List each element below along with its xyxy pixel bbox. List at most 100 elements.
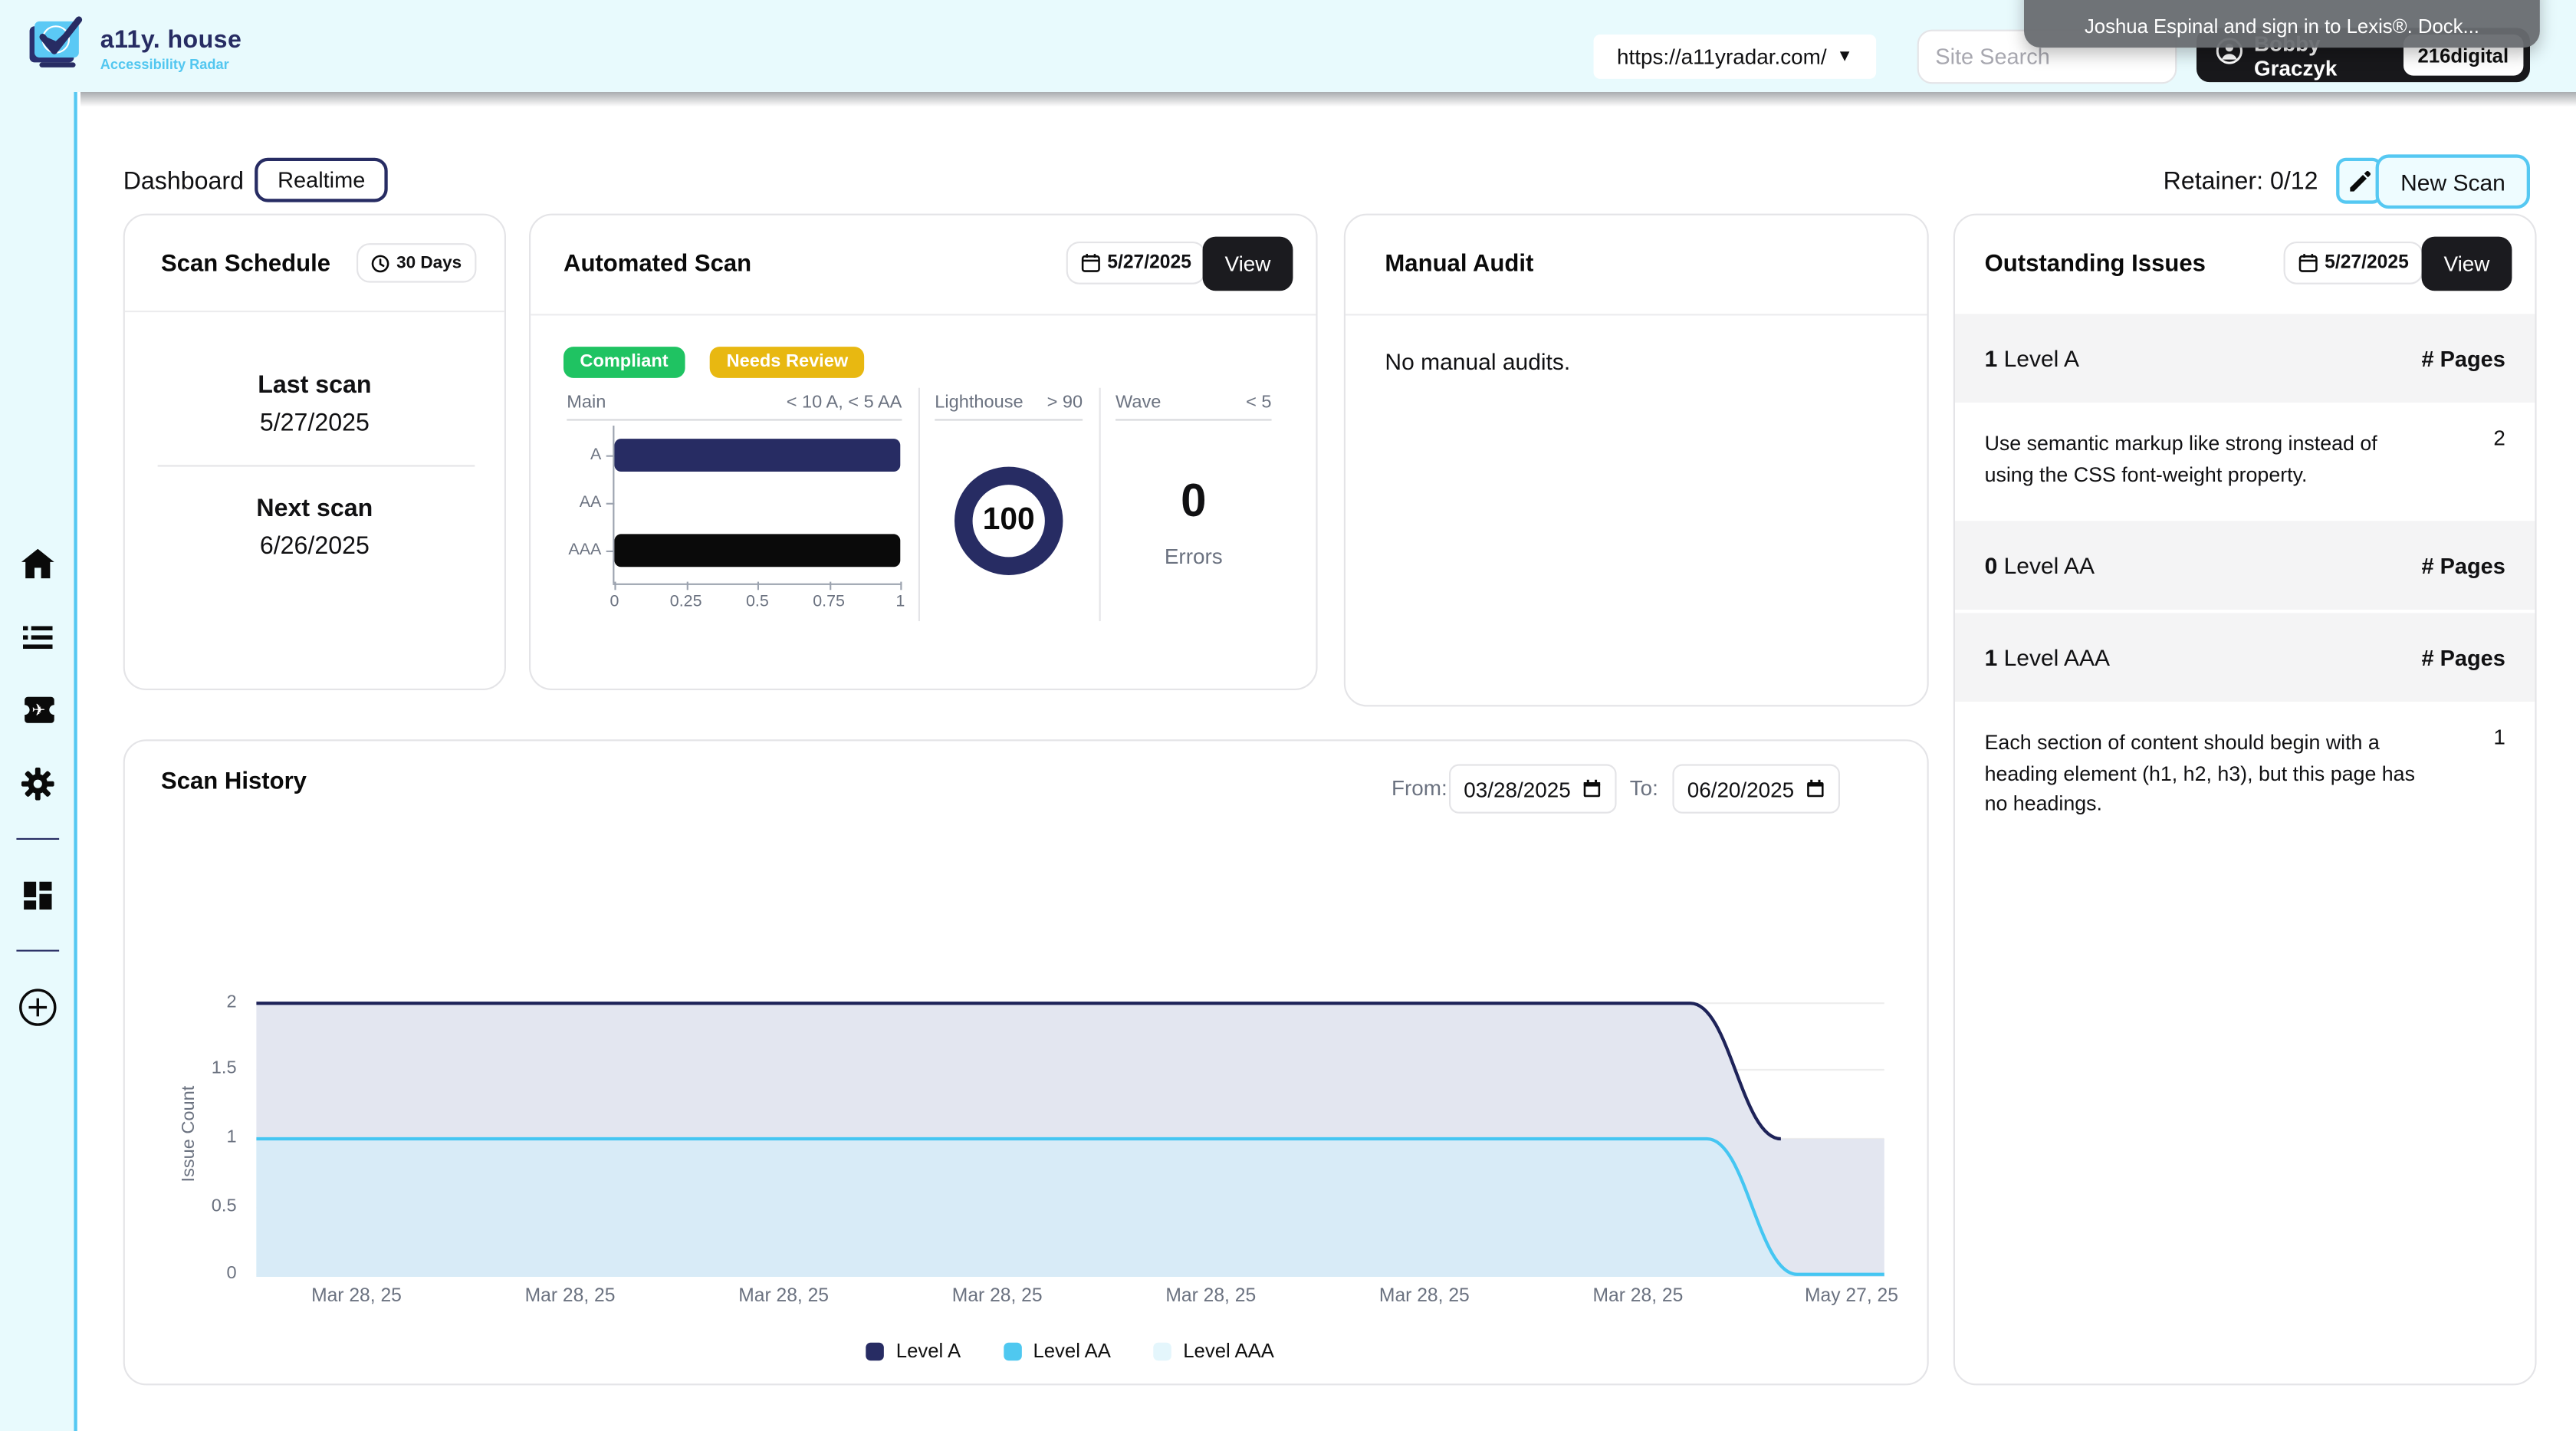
legend-item[interactable]: Level A	[866, 1339, 961, 1362]
outstanding-issues-title: Outstanding Issues	[1985, 252, 2206, 278]
sidebar-divider	[15, 950, 58, 952]
list-icon[interactable]	[22, 626, 52, 649]
pencil-icon	[2348, 170, 2370, 192]
chart-legend: Level A Level AA Level AAA	[256, 1339, 1884, 1362]
manual-audit-title: Manual Audit	[1385, 252, 1533, 278]
calendar-icon	[1582, 779, 1602, 799]
divider	[125, 311, 504, 312]
issue-row[interactable]: Use semantic markup like strong instead …	[1955, 403, 2535, 518]
legend-item[interactable]: Level AA	[1004, 1339, 1111, 1362]
wave-target: < 5	[1116, 393, 1272, 413]
to-date-value: 06/20/2025	[1687, 776, 1794, 801]
level-aa-row[interactable]: 0 Level AA # Pages	[1955, 521, 2535, 610]
home-icon[interactable]	[21, 549, 54, 579]
level-a-summary: 1 Level A	[1985, 345, 2422, 371]
bar-A	[614, 439, 900, 472]
bar-xtick-mark	[614, 582, 616, 590]
issue-page-count: 1	[2493, 702, 2505, 749]
issue-text: Use semantic markup like strong instead …	[1985, 429, 2494, 491]
divider	[918, 388, 920, 621]
outstanding-issues-date: 5/27/2025	[2325, 253, 2409, 273]
scan-history-card: Scan History From: 03/28/2025 To: 06/20/…	[123, 739, 1929, 1385]
to-label: To:	[1630, 775, 1658, 800]
bar-AAA	[614, 534, 900, 567]
bar-xtick-mark	[757, 582, 759, 590]
legend-item[interactable]: Level AAA	[1154, 1339, 1274, 1362]
dashboard-grid-icon[interactable]	[23, 882, 51, 910]
next-scan-date: 6/26/2025	[125, 532, 504, 560]
caret-down-icon: ▼	[1836, 48, 1852, 66]
wave-error-count: 0	[1116, 475, 1272, 528]
wave-error-unit: Errors	[1116, 544, 1272, 568]
svg-text:✈: ✈	[31, 701, 44, 720]
wcag-bar-chart: AAAAAA00.250.50.751	[614, 433, 900, 584]
y-tick-label: 2	[187, 992, 236, 1012]
divider	[531, 314, 1316, 315]
to-date-input[interactable]: 06/20/2025	[1672, 764, 1840, 813]
issue-row[interactable]: Each section of content should begin wit…	[1955, 702, 2535, 847]
scan-history-title: Scan History	[161, 769, 307, 795]
from-date-input[interactable]: 03/28/2025	[1449, 764, 1617, 813]
manual-audit-card: Manual Audit No manual audits.	[1344, 214, 1929, 707]
divider	[567, 419, 902, 420]
page-header-row: Dashboard Realtime Retainer: 0/12 New Sc…	[80, 154, 2576, 209]
logo-text: a11y. house Accessibility Radar	[100, 25, 242, 71]
manual-audit-empty-text: No manual audits.	[1385, 348, 1570, 374]
y-tick-label: 1	[187, 1127, 236, 1147]
level-a-row[interactable]: 1 Level A # Pages	[1955, 314, 2535, 403]
ticket-icon[interactable]: ✈	[19, 697, 55, 723]
issue-page-count: 2	[2493, 403, 2505, 450]
issue-text: Each section of content should begin wit…	[1985, 728, 2494, 821]
bar-xtick-label: 0	[586, 594, 642, 612]
divider	[1099, 388, 1101, 621]
outstanding-issues-card: Outstanding Issues 5/27/2025 View 1 Leve…	[1953, 214, 2537, 1386]
divider	[935, 419, 1083, 420]
bar-tick	[606, 503, 615, 505]
y-tick-label: 1.5	[187, 1058, 236, 1078]
logo[interactable]: a11y. house Accessibility Radar	[23, 12, 242, 85]
notification-toast[interactable]: Joshua Espinal and sign in to Lexis®. Do…	[2024, 0, 2540, 48]
outstanding-issues-view-button[interactable]: View	[2422, 237, 2512, 291]
outstanding-issues-date-pill[interactable]: 5/27/2025	[2284, 242, 2424, 285]
scan-schedule-title: Scan Schedule	[161, 252, 330, 278]
y-tick-label: 0.5	[187, 1196, 236, 1216]
legend-swatch-icon	[866, 1342, 885, 1360]
new-scan-button[interactable]: New Scan	[2376, 154, 2530, 209]
x-tick-label: Mar 28, 25	[923, 1287, 1071, 1307]
settings-gear-icon[interactable]	[21, 768, 54, 801]
x-tick-label: Mar 28, 25	[1564, 1287, 1712, 1307]
sidebar: ✈	[0, 92, 77, 1431]
lighthouse-score: 100	[983, 503, 1035, 539]
status-badges: Compliant Needs Review	[564, 345, 882, 377]
calendar-icon	[1081, 253, 1101, 273]
add-circle-icon[interactable]	[18, 988, 57, 1027]
automated-scan-title: Automated Scan	[564, 252, 751, 278]
level-aa-summary: 0 Level AA	[1985, 552, 2422, 578]
sidebar-divider	[15, 838, 58, 840]
bar-tick	[606, 456, 615, 457]
next-scan-label: Next scan	[125, 495, 504, 522]
site-url-value: https://a11yradar.com/	[1617, 44, 1827, 69]
divider	[1116, 419, 1272, 420]
automated-scan-view-button[interactable]: View	[1203, 237, 1293, 291]
lighthouse-score-gauge: 100	[955, 467, 1063, 575]
scan-range-pill[interactable]: 30 Days	[357, 243, 477, 282]
from-label: From:	[1392, 775, 1447, 800]
bar-xtick-label: 0.25	[658, 594, 714, 612]
bar-xtick-mark	[900, 582, 902, 590]
x-tick-label: May 27, 25	[1778, 1287, 1926, 1307]
pages-header: # Pages	[2421, 645, 2505, 669]
x-tick-label: Mar 28, 25	[1137, 1287, 1285, 1307]
bar-xtick-label: 0.75	[801, 594, 857, 612]
from-date-value: 03/28/2025	[1464, 776, 1570, 801]
toast-text: Joshua Espinal and sign in to Lexis®. Do…	[2085, 15, 2479, 38]
x-tick-label: Mar 28, 25	[1350, 1287, 1498, 1307]
site-url-dropdown[interactable]: https://a11yradar.com/ ▼	[1594, 35, 1877, 79]
compliant-badge: Compliant	[564, 346, 685, 377]
legend-swatch-icon	[1004, 1342, 1022, 1360]
legend-swatch-icon	[1154, 1342, 1172, 1360]
tab-realtime[interactable]: Realtime	[255, 158, 388, 202]
tab-dashboard[interactable]: Dashboard	[123, 168, 244, 196]
level-aaa-row[interactable]: 1 Level AAA # Pages	[1955, 613, 2535, 702]
automated-scan-date-pill[interactable]: 5/27/2025	[1066, 242, 1207, 285]
